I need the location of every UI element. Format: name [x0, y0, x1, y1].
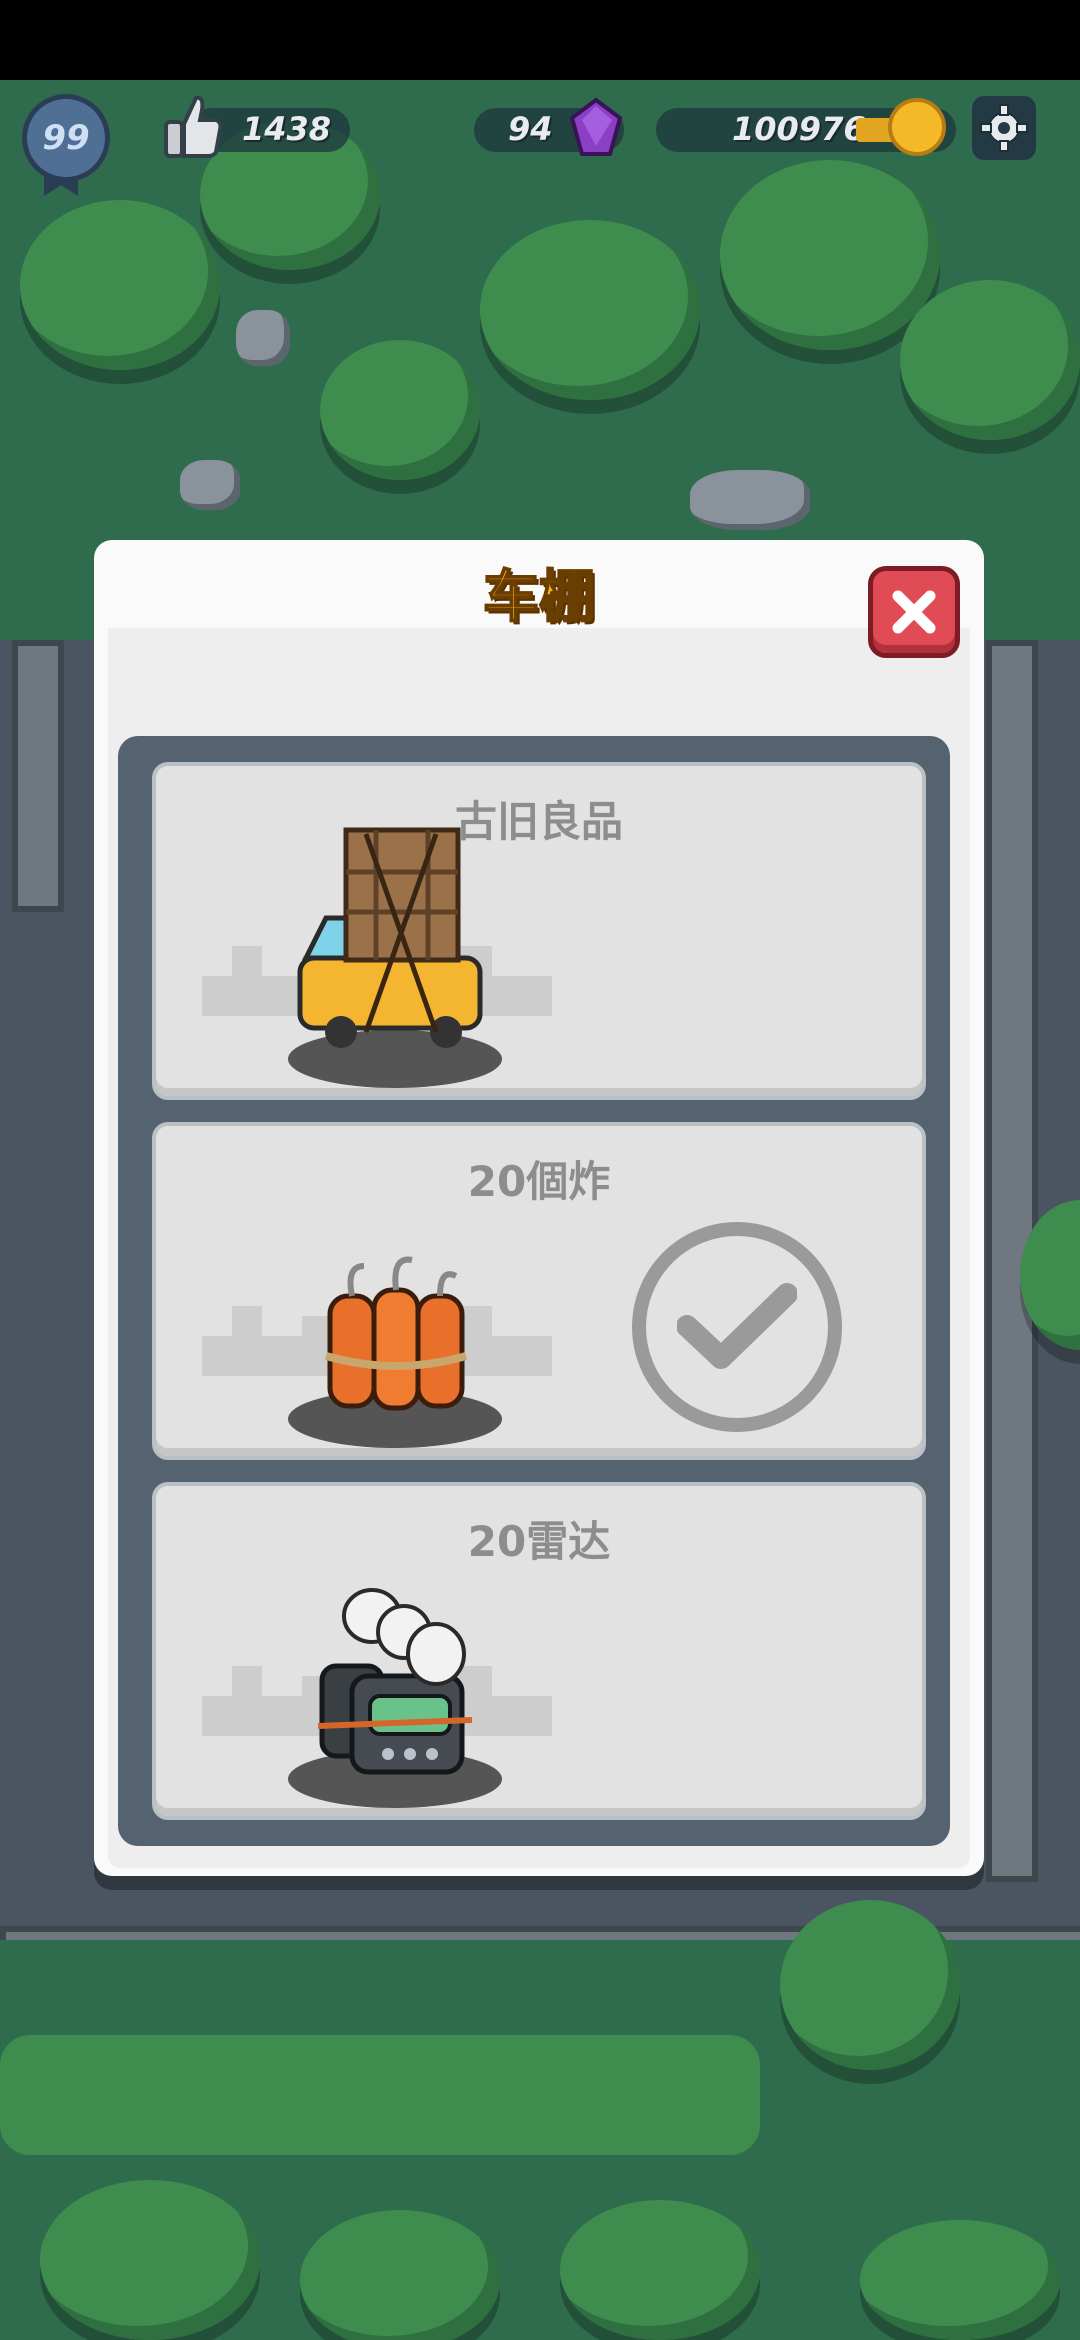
- item-label: 20雷达: [467, 1517, 611, 1566]
- tree: [300, 2210, 500, 2340]
- tree: [40, 2180, 260, 2340]
- tree: [480, 220, 700, 400]
- list-item[interactable]: 20個炸: [152, 1122, 926, 1460]
- item-label: 20個炸: [467, 1157, 611, 1206]
- gems-count: 94: [508, 110, 553, 148]
- tree: [780, 1900, 960, 2070]
- close-icon: [892, 590, 936, 634]
- dialog-title: 车棚: [482, 564, 596, 631]
- coins-count: 100976: [732, 110, 866, 148]
- dynamite-bundle-icon: [324, 1256, 468, 1411]
- dialog-header: 车棚: [94, 540, 984, 631]
- top-hud: 99 1438 94 100976: [0, 80, 1080, 196]
- gem-icon[interactable]: [568, 96, 624, 158]
- tree: [20, 200, 220, 370]
- list-item[interactable]: 古旧良品: [152, 762, 926, 1100]
- yard-wall: [12, 640, 64, 912]
- tree: [560, 2200, 760, 2340]
- vehicle-with-crates-icon: [297, 827, 483, 1048]
- selected-check: [632, 1222, 842, 1432]
- tree: [720, 160, 940, 350]
- radar-dish-icon: [317, 1588, 473, 1775]
- status-bar: [0, 0, 1080, 80]
- hedge: [0, 2035, 760, 2155]
- tree: [320, 340, 480, 480]
- coin-icon[interactable]: [888, 98, 946, 156]
- thumbs-up-icon: [164, 95, 223, 158]
- item-label: 古旧良品: [454, 797, 623, 846]
- gear-icon: [980, 104, 1028, 152]
- rock: [236, 310, 290, 366]
- tree: [860, 2220, 1060, 2340]
- tree: [900, 280, 1080, 440]
- check-icon: [677, 1283, 797, 1369]
- rock: [180, 460, 240, 510]
- likes-count: 1438: [242, 110, 332, 148]
- rock: [690, 470, 810, 530]
- level-value: 99: [42, 118, 90, 158]
- settings-button[interactable]: [972, 96, 1036, 160]
- close-button[interactable]: [868, 566, 960, 658]
- list-item[interactable]: 20雷达: [152, 1482, 926, 1820]
- level-badge[interactable]: 99: [22, 94, 110, 182]
